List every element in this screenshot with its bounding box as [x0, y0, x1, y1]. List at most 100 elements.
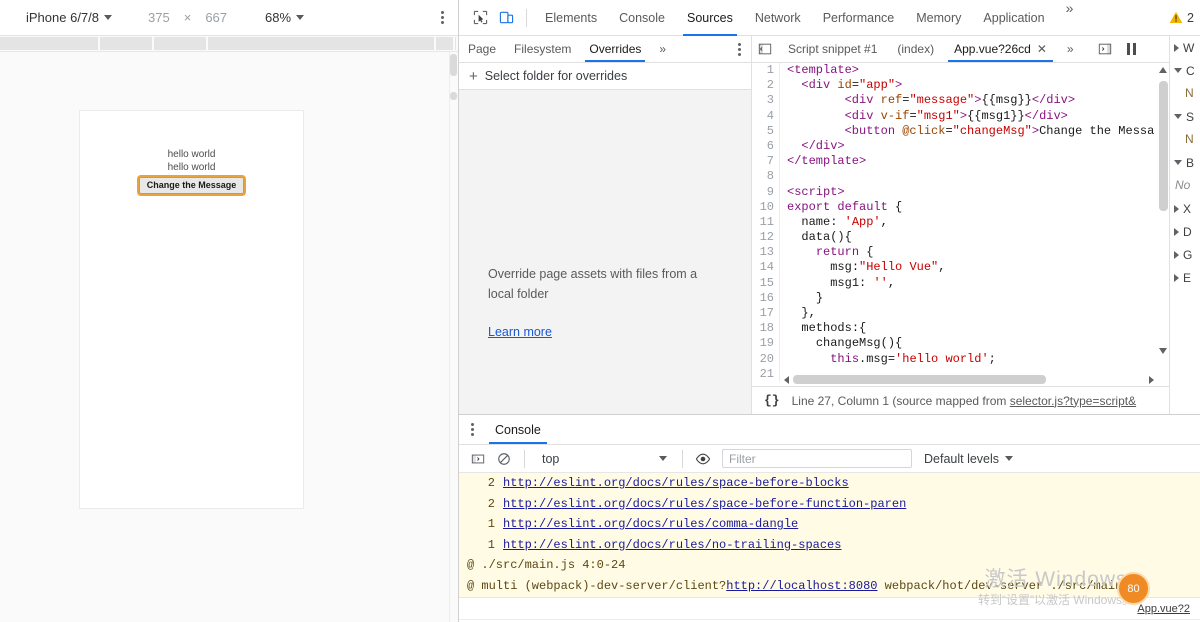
origin-suffix: webpack/hot/dev-server ./src/main.js [877, 578, 1144, 593]
file-more-tabs-button[interactable]: » [1057, 36, 1084, 62]
code-line[interactable]: data(){ [787, 230, 1169, 245]
device-toolbar-icon[interactable] [493, 5, 519, 31]
file-tab-script-snippet[interactable]: Script snippet #1 [778, 36, 887, 62]
eslint-rule-link[interactable]: http://eslint.org/docs/rules/no-trailing… [503, 538, 841, 552]
console-log-source-link[interactable]: App.vue?2 [1137, 598, 1190, 620]
device-scrollbar-thumb-2[interactable] [450, 92, 457, 100]
scroll-down-arrow-icon[interactable] [1159, 348, 1167, 354]
nav-more-tabs-button[interactable]: » [650, 36, 675, 62]
clear-console-icon[interactable] [491, 446, 517, 472]
select-folder-for-overrides-button[interactable]: + Select folder for overrides [459, 63, 751, 90]
code-line[interactable]: <script> [787, 185, 1169, 200]
debugger-section-dom[interactable]: D [1170, 220, 1200, 243]
eslint-rule-link[interactable]: http://eslint.org/docs/rules/comma-dangl… [503, 517, 798, 531]
navigator-more-options-button[interactable] [728, 36, 751, 62]
code-line[interactable]: export default { [787, 200, 1169, 215]
device-width-input[interactable]: 375 [148, 10, 170, 25]
live-expression-icon[interactable] [690, 446, 716, 472]
tab-memory[interactable]: Memory [905, 0, 972, 36]
debugger-section-xhr[interactable]: X [1170, 197, 1200, 220]
tab-application[interactable]: Application [972, 0, 1055, 36]
tab-performance[interactable]: Performance [812, 0, 906, 36]
device-selector[interactable]: iPhone 6/7/8 [26, 10, 113, 25]
file-tab-app-vue[interactable]: App.vue?26cd ✕ [944, 36, 1057, 62]
close-icon[interactable]: ✕ [1037, 42, 1047, 56]
console-messages[interactable]: 2 http://eslint.org/docs/rules/space-befo… [459, 473, 1200, 622]
device-scrollbar-thumb[interactable] [450, 54, 457, 76]
device-height-input[interactable]: 667 [205, 10, 227, 25]
devtools-tabs: Elements Console Sources Network Perform… [534, 0, 1083, 36]
code-line[interactable]: <button @click="changeMsg">Change the Me… [787, 124, 1169, 139]
code-line[interactable]: msg1: '', [787, 276, 1169, 291]
file-tab-label: App.vue?26cd [954, 42, 1031, 56]
console-warning-row: 1 http://eslint.org/docs/rules/comma-dang… [459, 514, 1200, 535]
tab-sources[interactable]: Sources [676, 0, 744, 36]
editor-vertical-scrollbar[interactable] [1158, 63, 1169, 374]
code-content[interactable]: <template> <div id="app"> <div ref="mess… [780, 63, 1169, 382]
pause-script-icon[interactable] [1118, 36, 1145, 62]
debugger-section-scope[interactable]: S [1170, 105, 1200, 128]
debugger-section-callstack[interactable]: C [1170, 59, 1200, 82]
device-more-options-button[interactable] [441, 11, 444, 24]
console-sidebar-icon[interactable] [465, 446, 491, 472]
code-line[interactable]: name: 'App', [787, 215, 1169, 230]
scroll-left-arrow-icon[interactable] [784, 375, 789, 384]
device-canvas: hello world hello world Change the Messa… [0, 52, 458, 622]
eslint-rule-link[interactable]: http://eslint.org/docs/rules/space-befor… [503, 497, 906, 511]
nav-tab-filesystem[interactable]: Filesystem [505, 36, 580, 62]
code-line[interactable]: <div v-if="msg1">{{msg1}}</div> [787, 109, 1169, 124]
console-log-levels-selector[interactable]: Default levels [924, 451, 1014, 466]
inspect-element-icon[interactable] [467, 5, 493, 31]
editor-hscroll-thumb[interactable] [793, 375, 1047, 384]
drawer-more-options-button[interactable] [459, 415, 485, 444]
scroll-up-arrow-icon[interactable] [1159, 67, 1167, 73]
code-editor[interactable]: 1 2 3 4 5 6 7 8 9 10 11 12 13 14 15 16 17 18 19 20 21 <templ… [752, 63, 1169, 386]
code-line[interactable]: <div id="app"> [787, 78, 1169, 93]
scroll-right-arrow-icon[interactable] [1149, 375, 1154, 384]
debugger-section-breakpoints[interactable]: B [1170, 151, 1200, 174]
editor-horizontal-scrollbar[interactable] [780, 373, 1158, 386]
code-line[interactable]: </template> [787, 154, 1169, 169]
warning-indicator[interactable]: 2 [1169, 11, 1200, 25]
code-line[interactable]: }, [787, 306, 1169, 321]
code-line[interactable]: changeMsg(){ [787, 336, 1169, 351]
file-tab-index[interactable]: (index) [887, 36, 944, 62]
show-navigator-icon[interactable] [752, 36, 778, 62]
tab-network[interactable]: Network [744, 0, 812, 36]
code-line[interactable]: </div> [787, 139, 1169, 154]
line-number: 4 [766, 108, 774, 123]
debugger-section-global[interactable]: G [1170, 243, 1200, 266]
tab-console[interactable]: Console [608, 0, 676, 36]
tab-elements[interactable]: Elements [534, 0, 608, 36]
zoom-selector[interactable]: 68% [265, 10, 305, 25]
chevron-down-icon [104, 15, 113, 20]
section-label: G [1183, 247, 1193, 262]
execution-context-selector[interactable]: top [532, 452, 675, 466]
editor-vscroll-thumb[interactable] [1159, 81, 1168, 211]
log-levels-label: Default levels [924, 451, 1000, 466]
code-line[interactable]: return { [787, 245, 1169, 260]
code-line[interactable]: msg:"Hello Vue", [787, 260, 1169, 275]
code-line[interactable] [787, 169, 1169, 184]
learn-more-link[interactable]: Learn more [488, 325, 552, 339]
pretty-print-braces-icon[interactable]: {} [764, 393, 780, 408]
code-line[interactable]: this.msg='hello world'; [787, 352, 1169, 367]
code-line[interactable]: <template> [787, 63, 1169, 78]
app-root: iPhone 6/7/8 375 × 667 68% hello world h… [0, 0, 1200, 622]
nav-tab-overrides[interactable]: Overrides [580, 36, 650, 62]
change-message-button[interactable]: Change the Message [136, 175, 247, 196]
drawer-tab-console[interactable]: Console [485, 415, 551, 444]
more-tabs-button[interactable]: » [1056, 0, 1084, 36]
code-line[interactable]: } [787, 291, 1169, 306]
debugger-section-eventlisteners[interactable]: E [1170, 266, 1200, 289]
source-map-link[interactable]: selector.js?type=script& [1010, 394, 1136, 408]
code-line[interactable]: <div ref="message">{{msg}}</div> [787, 93, 1169, 108]
localhost-link[interactable]: http://localhost:8080 [726, 579, 877, 593]
debugger-section-watch[interactable]: W [1170, 36, 1200, 59]
device-scrollbar[interactable] [449, 52, 458, 622]
show-debugger-icon[interactable] [1092, 36, 1118, 62]
nav-tab-page[interactable]: Page [459, 36, 505, 62]
console-filter-input[interactable] [722, 449, 912, 468]
eslint-rule-link[interactable]: http://eslint.org/docs/rules/space-befor… [503, 476, 849, 490]
code-line[interactable]: methods:{ [787, 321, 1169, 336]
